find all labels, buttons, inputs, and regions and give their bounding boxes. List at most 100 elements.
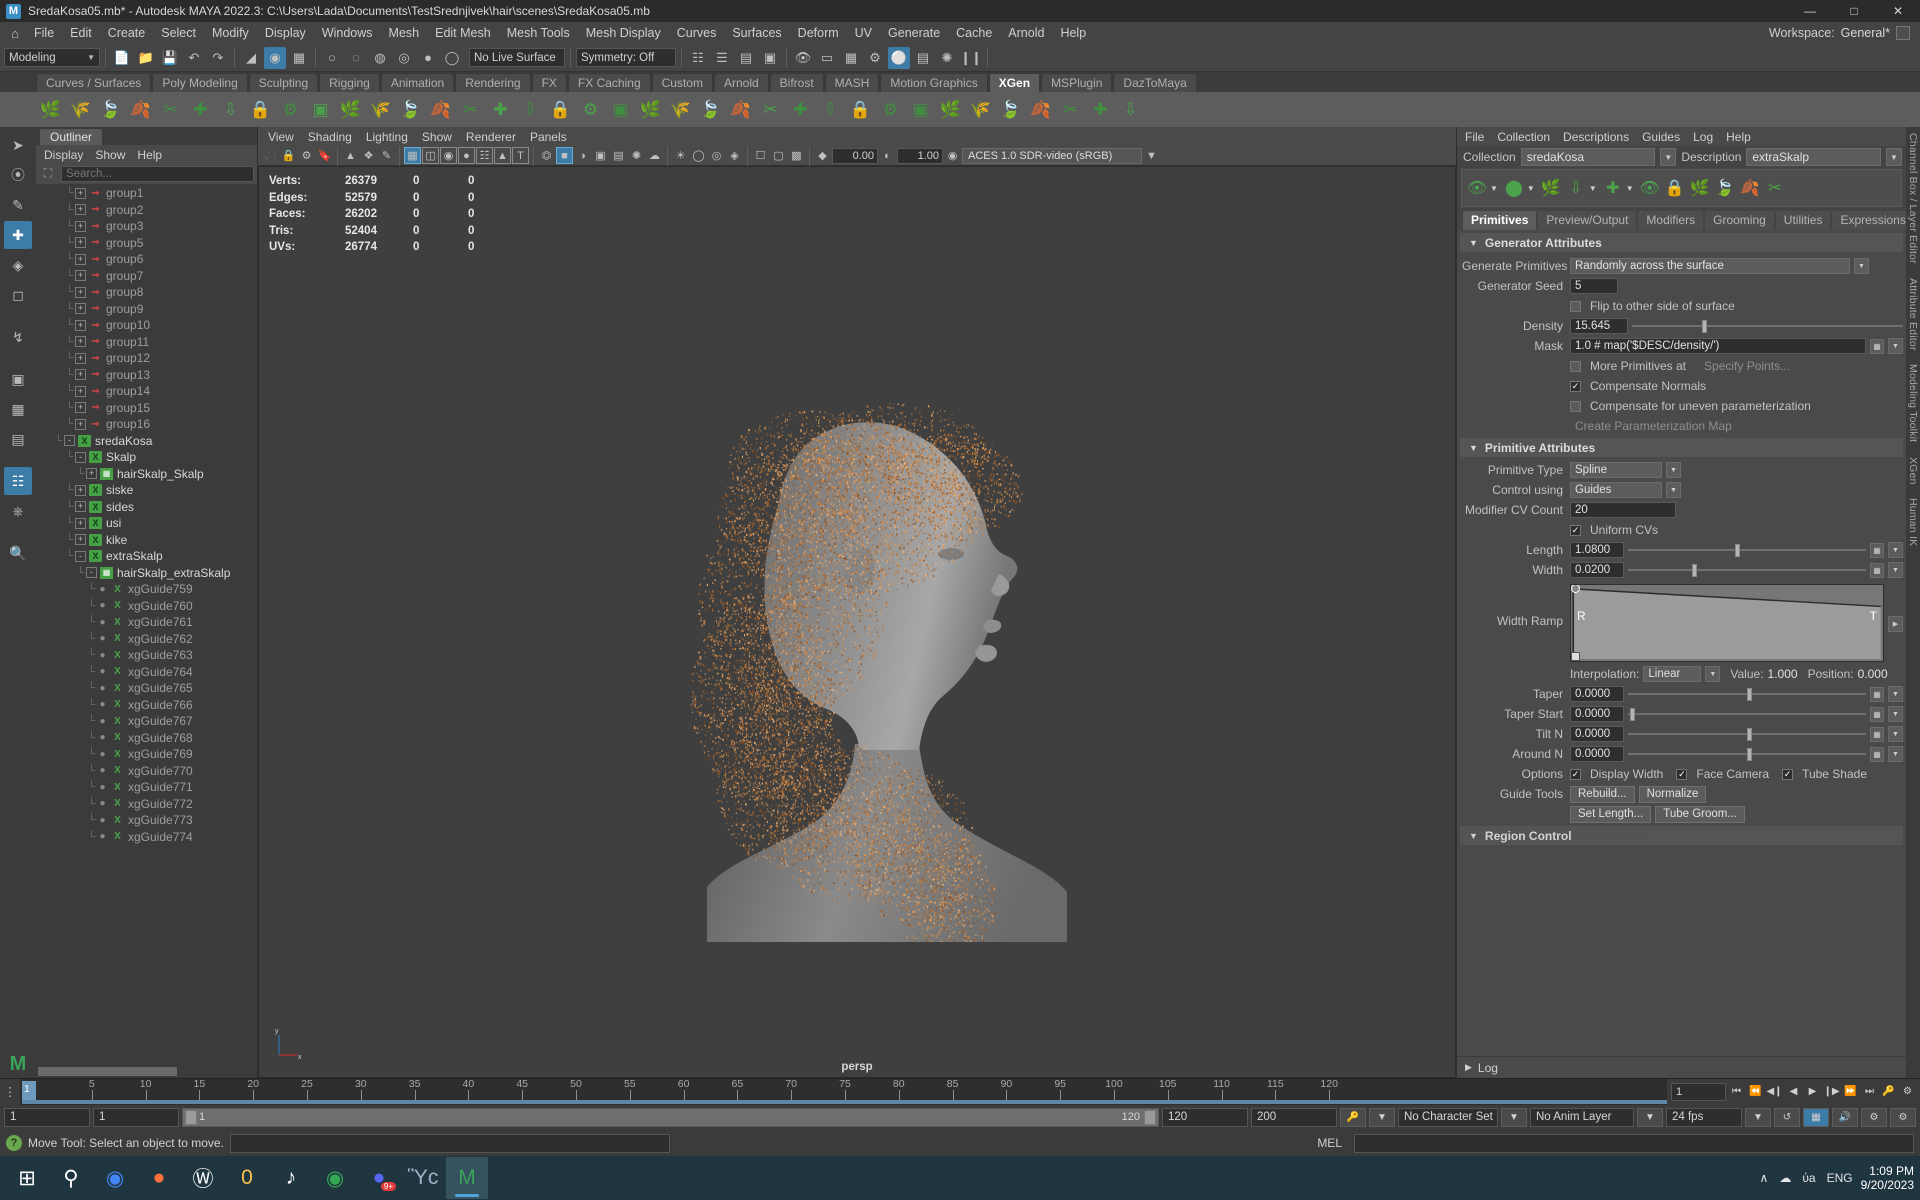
command-response-field[interactable] bbox=[1354, 1134, 1914, 1153]
xgen-attach-guides-icon[interactable]: 🌾 bbox=[966, 94, 995, 125]
outliner-tab[interactable]: Outliner bbox=[36, 127, 257, 145]
tree-expander-icon[interactable]: + bbox=[75, 237, 86, 248]
windows-start-icon[interactable]: ⊞ bbox=[6, 1157, 48, 1199]
menu-generate[interactable]: Generate bbox=[880, 24, 948, 42]
shelf-tab-motion-graphics[interactable]: Motion Graphics bbox=[880, 73, 987, 92]
smooth-shade-all-icon[interactable]: ■ bbox=[556, 147, 573, 164]
viewport-menu-panels[interactable]: Panels bbox=[530, 130, 567, 144]
go-to-start-button[interactable]: ⏮ bbox=[1728, 1083, 1745, 1100]
outliner-menu-show[interactable]: Show bbox=[95, 148, 125, 162]
face-camera-checkbox[interactable]: ✓ bbox=[1676, 769, 1687, 780]
tree-expander-icon[interactable]: - bbox=[75, 551, 86, 562]
ramp-value[interactable]: 1.000 bbox=[1768, 667, 1798, 681]
shelf-tab-poly-modeling[interactable]: Poly Modeling bbox=[152, 73, 247, 92]
perspective-viewport[interactable]: Verts: 26379 0 0 Edges: 52579 0 0 Faces: 26202 0 0 T… bbox=[258, 166, 1456, 1078]
chevron-down-icon[interactable]: ▼ bbox=[1527, 184, 1538, 193]
xgen-collision-icon[interactable]: ⇩ bbox=[816, 94, 845, 125]
gate-mask-icon[interactable]: ● bbox=[458, 147, 475, 164]
motion-blur-icon[interactable]: ◯ bbox=[690, 147, 707, 164]
shelf-tab-rendering[interactable]: Rendering bbox=[455, 73, 530, 92]
viewport-menu-renderer[interactable]: Renderer bbox=[466, 130, 516, 144]
tree-expander-icon[interactable]: + bbox=[75, 386, 86, 397]
scrollbar-thumb[interactable] bbox=[38, 1067, 177, 1076]
xgen-density-brush-icon[interactable]: ▣ bbox=[306, 94, 335, 125]
shelf-tab-custom[interactable]: Custom bbox=[652, 73, 713, 92]
collection-dropdown-icon[interactable]: ▼ bbox=[1660, 148, 1676, 166]
anim-layer-dropdown-icon[interactable]: ▼ bbox=[1637, 1108, 1663, 1127]
tree-expander-icon[interactable]: + bbox=[75, 287, 86, 298]
slider-knob[interactable] bbox=[1735, 544, 1740, 557]
outliner-horizontal-scrollbar[interactable] bbox=[36, 1065, 257, 1078]
outliner-item-extraSkalp[interactable]: └ - XextraSkalp bbox=[36, 548, 257, 565]
cut-modifier-icon[interactable]: ✂ bbox=[1763, 171, 1787, 205]
tree-expander-icon[interactable]: + bbox=[75, 303, 86, 314]
xgen-clump-modifier-icon[interactable]: 🌾 bbox=[666, 94, 695, 125]
menu-edit-mesh[interactable]: Edit Mesh bbox=[427, 24, 499, 42]
menu-help[interactable]: Help bbox=[1052, 24, 1094, 42]
dock-tab-channel-box-layer-editor[interactable]: Channel Box / Layer Editor bbox=[1907, 133, 1919, 264]
single-view-layout-icon[interactable]: ▣ bbox=[4, 365, 32, 393]
chevron-down-icon[interactable]: ▼ bbox=[1589, 184, 1600, 193]
outliner-item-group3[interactable]: └ + ➞ group3 bbox=[36, 218, 257, 235]
xgen-sculpt-layer-icon[interactable]: 🔒 bbox=[846, 94, 875, 125]
xgen-export-cache-icon[interactable]: ▣ bbox=[906, 94, 935, 125]
wireframe-shading-icon[interactable]: ⏣ bbox=[538, 147, 555, 164]
outliner-menu-help[interactable]: Help bbox=[137, 148, 162, 162]
dock-tab-xgen[interactable]: XGen bbox=[1907, 457, 1919, 485]
render-settings-button[interactable]: ⚙ bbox=[864, 47, 886, 69]
xgen-anim-wires-icon[interactable]: ✚ bbox=[786, 94, 815, 125]
xgen-menu-guides[interactable]: Guides bbox=[1642, 130, 1680, 144]
character-set-dropdown-icon[interactable]: ▼ bbox=[1501, 1108, 1527, 1127]
slider-knob[interactable] bbox=[1747, 748, 1752, 761]
xgen-bake-groom-icon[interactable]: ⚙ bbox=[876, 94, 905, 125]
shelf-tab-mash[interactable]: MASH bbox=[825, 73, 880, 92]
time-slider-track[interactable]: 1 5 10 15 20 25 30 35 40 45 50 55 60 65 70 75 80 85 90 95 1… bbox=[20, 1079, 1667, 1105]
animation-preferences-button[interactable]: ⚙ bbox=[1899, 1083, 1916, 1100]
render-setup-button[interactable]: ▤ bbox=[912, 47, 934, 69]
resolution-gate-icon[interactable]: ◉ bbox=[440, 147, 457, 164]
camera-attributes-icon[interactable]: ⚙ bbox=[298, 147, 315, 164]
outliner-item-group8[interactable]: └ + ➞ group8 bbox=[36, 284, 257, 301]
menu-file[interactable]: File bbox=[26, 24, 62, 42]
create-parameterization-map-button[interactable]: Create Parameterization Map bbox=[1575, 419, 1732, 433]
ramp-expand-icon[interactable]: ▶ bbox=[1888, 616, 1903, 632]
multisample-icon[interactable]: ◎ bbox=[708, 147, 725, 164]
range-start-field[interactable]: 1 bbox=[4, 1108, 90, 1127]
tree-expander-icon[interactable]: + bbox=[75, 369, 86, 380]
width-dropdown-icon[interactable]: ▼ bbox=[1888, 562, 1903, 578]
length-map-button[interactable]: ▦ bbox=[1870, 543, 1884, 558]
outliner-item-xgGuide762[interactable]: └ ● XxgGuide762 bbox=[36, 631, 257, 648]
show-channel-box-button[interactable]: ☷ bbox=[687, 47, 709, 69]
description-dropdown-icon[interactable]: ▼ bbox=[1886, 148, 1902, 166]
lock-camera-icon[interactable]: 🔒 bbox=[280, 147, 297, 164]
taskbar-clock[interactable]: 1:09 PM 9/20/2023 bbox=[1861, 1164, 1914, 1192]
hypergraph-layout-icon[interactable]: ⎈ bbox=[4, 497, 32, 525]
new-scene-button[interactable]: 📄 bbox=[111, 47, 133, 69]
last-tool-icon[interactable]: ↯ bbox=[4, 323, 32, 351]
grid-toggle-icon[interactable]: ▦ bbox=[404, 147, 421, 164]
render-view-button[interactable]: 👁 bbox=[792, 47, 814, 69]
shelf-tab-arnold[interactable]: Arnold bbox=[714, 73, 769, 92]
place-guides-icon[interactable]: ⇩ bbox=[1564, 171, 1588, 205]
tree-expander-icon[interactable]: + bbox=[75, 320, 86, 331]
viewport-menu-shading[interactable]: Shading bbox=[308, 130, 352, 144]
xgen-length-guides-icon[interactable]: ✚ bbox=[1086, 94, 1115, 125]
taper-value[interactable]: 0.0000 bbox=[1570, 686, 1624, 702]
tree-expander-icon[interactable]: - bbox=[64, 435, 75, 446]
maximize-button[interactable]: □ bbox=[1832, 0, 1876, 22]
outliner-menu-display[interactable]: Display bbox=[44, 148, 83, 162]
current-frame-field[interactable]: 1 bbox=[1671, 1083, 1726, 1101]
outliner-item-group12[interactable]: └ + ➞ group12 bbox=[36, 350, 257, 367]
density-mask-icon[interactable]: 👁 bbox=[1638, 171, 1662, 205]
ramp-point-start[interactable] bbox=[1571, 584, 1580, 593]
xgen-clump-brush-icon[interactable]: 🌿 bbox=[336, 94, 365, 125]
close-button[interactable]: ✕ bbox=[1876, 0, 1920, 22]
outliner-item-group2[interactable]: └ + ➞ group2 bbox=[36, 202, 257, 219]
outliner-item-xgGuide769[interactable]: └ ● XxgGuide769 bbox=[36, 746, 257, 763]
animation-start-field[interactable]: 1 bbox=[93, 1108, 179, 1127]
noise-modifier-icon[interactable]: 🍂 bbox=[1738, 171, 1762, 205]
tray-icon[interactable]: ☁ bbox=[1779, 1171, 1791, 1185]
tree-expander-icon[interactable]: + bbox=[75, 518, 86, 529]
modifier-cv-count-value[interactable]: 20 bbox=[1570, 502, 1676, 518]
tree-expander-icon[interactable]: + bbox=[75, 336, 86, 347]
